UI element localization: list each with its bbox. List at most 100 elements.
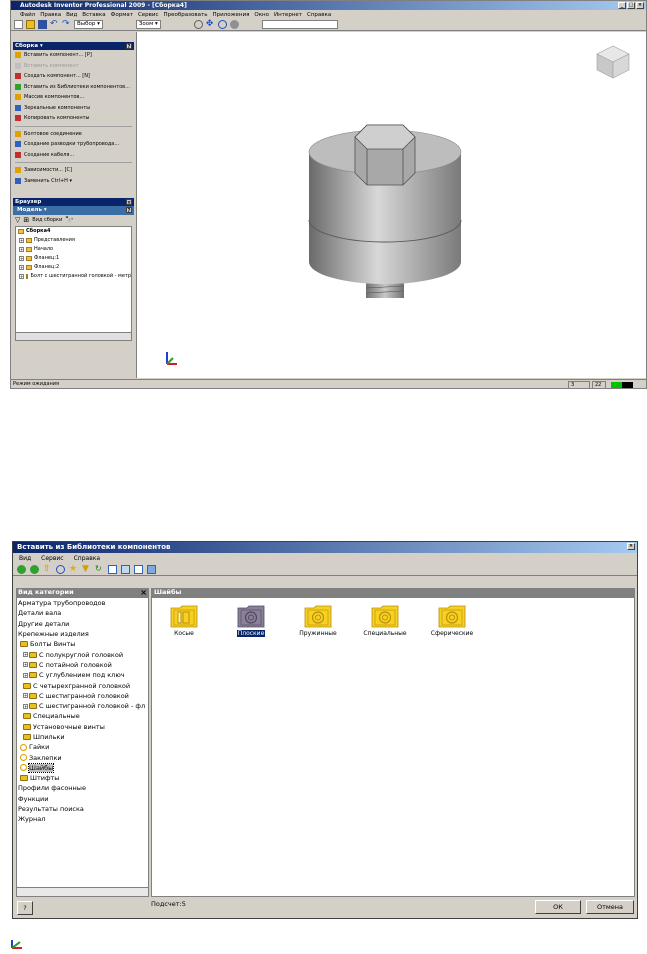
category-item[interactable]: Специальные bbox=[17, 711, 148, 721]
category-item[interactable]: Болты Винты bbox=[17, 639, 148, 649]
filter-icon[interactable]: ▽ bbox=[15, 216, 20, 224]
category-item[interactable]: Заклепки bbox=[17, 752, 148, 762]
assembly-panel-header[interactable]: Сборка ▾ ? bbox=[13, 42, 134, 50]
menu-item[interactable]: Файл bbox=[20, 12, 35, 18]
tree-root[interactable]: Сборка4 bbox=[16, 227, 131, 236]
browser-help-icon[interactable]: ? bbox=[126, 207, 132, 214]
category-item[interactable]: Шайбы bbox=[17, 762, 148, 773]
family-item[interactable]: Косые bbox=[158, 604, 210, 637]
assembly-command[interactable]: Массив компонентов... bbox=[13, 92, 134, 103]
favorites-icon[interactable]: ★ bbox=[69, 564, 78, 574]
table-view-icon[interactable] bbox=[108, 564, 117, 574]
tree-item[interactable]: + Болт с шестигранной головкой - метр bbox=[16, 272, 131, 281]
assembly-command[interactable]: Вставить компонент... [P] bbox=[13, 50, 134, 61]
category-item[interactable]: + С шестигранной головкой bbox=[17, 691, 148, 701]
maximize-button[interactable]: □ bbox=[627, 2, 635, 9]
select-button[interactable]: Выбор ▾ bbox=[74, 20, 103, 29]
category-item[interactable]: Крепежные изделия bbox=[17, 629, 148, 639]
assembly-command[interactable]: Создать компонент... [N] bbox=[13, 71, 134, 82]
orbit-icon[interactable] bbox=[217, 20, 227, 29]
category-item[interactable]: Штифты bbox=[17, 773, 148, 783]
assembly-command[interactable]: Зависимости... [C] bbox=[13, 165, 134, 176]
expand-icon[interactable]: + bbox=[19, 246, 24, 252]
family-item[interactable]: Сферические bbox=[426, 604, 478, 637]
tree-item[interactable]: + Фланец:1 bbox=[16, 254, 131, 263]
back-icon[interactable] bbox=[17, 564, 26, 574]
menu-item[interactable]: Справка bbox=[307, 12, 331, 18]
list-view-icon[interactable] bbox=[134, 564, 143, 574]
category-item[interactable]: Шпильки bbox=[17, 732, 148, 742]
tree-item[interactable]: + Начало bbox=[16, 245, 131, 254]
menu-item[interactable]: Окно bbox=[254, 12, 269, 18]
view-dropdown[interactable]: Вид сборки bbox=[32, 217, 62, 223]
assembly-command[interactable]: Копировать компоненты bbox=[13, 113, 134, 124]
category-item[interactable]: Детали вала bbox=[17, 608, 148, 618]
category-item[interactable]: + С углублением под ключ bbox=[17, 670, 148, 680]
close-button[interactable]: × bbox=[636, 2, 644, 9]
dialog-menu-item[interactable]: Справка bbox=[74, 555, 100, 562]
icons-view-icon[interactable] bbox=[147, 564, 156, 574]
category-item[interactable]: + С шестигранной головкой - фл bbox=[17, 701, 148, 711]
browser-close-icon[interactable]: × bbox=[126, 199, 132, 206]
family-item[interactable]: Плоские bbox=[225, 604, 277, 637]
help-icon[interactable]: ? bbox=[126, 43, 132, 50]
help-button[interactable]: ? bbox=[17, 901, 33, 915]
category-item[interactable]: Результаты поиска bbox=[17, 804, 148, 814]
expand-icon[interactable]: + bbox=[19, 264, 24, 270]
category-item[interactable]: Функции bbox=[17, 794, 148, 804]
category-item[interactable]: + С полукруглой головкой bbox=[17, 649, 148, 659]
expand-icon[interactable]: + bbox=[23, 693, 28, 699]
menu-item[interactable]: Вид bbox=[66, 12, 77, 18]
zoom-button[interactable]: Зоом ▾ bbox=[135, 20, 161, 29]
undo-icon[interactable]: ↶ bbox=[50, 20, 59, 29]
expand-icon[interactable]: + bbox=[23, 672, 28, 678]
family-item[interactable]: Пружинные bbox=[292, 604, 344, 637]
graphics-viewport[interactable] bbox=[136, 32, 646, 378]
open-icon[interactable] bbox=[26, 20, 35, 29]
category-item[interactable]: Журнал bbox=[17, 814, 148, 824]
redo-icon[interactable]: ↷ bbox=[62, 20, 71, 29]
menu-item[interactable]: Формат bbox=[111, 12, 133, 18]
tree-item[interactable]: + Представления bbox=[16, 236, 131, 245]
cancel-button[interactable]: Отмена bbox=[586, 900, 634, 914]
filter-icon[interactable]: ▼ bbox=[82, 564, 91, 574]
category-item[interactable]: + С потайной головкой bbox=[17, 660, 148, 670]
menu-item[interactable]: Вставка bbox=[82, 12, 105, 18]
assembly-command[interactable]: Создание кабеля... bbox=[13, 150, 134, 161]
expand-icon[interactable]: + bbox=[23, 662, 28, 668]
category-item[interactable]: Установочные винты bbox=[17, 722, 148, 732]
view-icon[interactable]: ⊞ bbox=[23, 216, 29, 224]
shaded-display-icon[interactable] bbox=[229, 20, 239, 29]
expand-icon[interactable]: + bbox=[19, 237, 24, 243]
expand-icon[interactable]: + bbox=[23, 703, 28, 709]
minimize-button[interactable]: _ bbox=[618, 2, 626, 9]
pan-icon[interactable]: ✥ bbox=[206, 20, 215, 29]
assembly-command[interactable]: Создание разводки трубопровода... bbox=[13, 139, 134, 150]
assembly-command[interactable]: Вставить из Библиотеки компонентов... bbox=[13, 82, 134, 93]
category-item[interactable]: Профили фасонные bbox=[17, 783, 148, 793]
assembly-command[interactable]: Зеркальные компоненты bbox=[13, 103, 134, 114]
family-item[interactable]: Специальные bbox=[359, 604, 411, 637]
ok-button[interactable]: ОК bbox=[535, 900, 581, 914]
up-icon[interactable]: ⇧ bbox=[43, 564, 52, 574]
browser-model-dropdown[interactable]: Модель ▾ ? bbox=[13, 206, 134, 215]
horizontal-scrollbar[interactable] bbox=[17, 887, 148, 896]
expand-icon[interactable]: + bbox=[19, 273, 24, 279]
color-combo[interactable] bbox=[261, 20, 338, 29]
menu-item[interactable]: Интернет bbox=[274, 12, 302, 18]
search-icon[interactable] bbox=[56, 564, 65, 574]
menu-item[interactable]: Правка bbox=[40, 12, 61, 18]
category-item[interactable]: Арматура трубопроводов bbox=[17, 598, 148, 608]
category-close-icon[interactable]: × bbox=[140, 588, 147, 597]
view-cube-icon[interactable] bbox=[596, 45, 630, 79]
tree-view-icon[interactable] bbox=[121, 564, 130, 574]
expand-icon[interactable]: + bbox=[19, 255, 24, 261]
category-item[interactable]: Другие детали bbox=[17, 619, 148, 629]
expand-icon[interactable]: + bbox=[23, 652, 28, 658]
category-item[interactable]: С четырехгранной головкой bbox=[17, 680, 148, 690]
menu-item[interactable]: Сервис bbox=[138, 12, 159, 18]
refresh-icon[interactable]: ↻ bbox=[95, 564, 104, 574]
dialog-menu-item[interactable]: Сервис bbox=[41, 555, 63, 562]
forward-icon[interactable] bbox=[30, 564, 39, 574]
dialog-menu-item[interactable]: Вид bbox=[19, 555, 31, 562]
